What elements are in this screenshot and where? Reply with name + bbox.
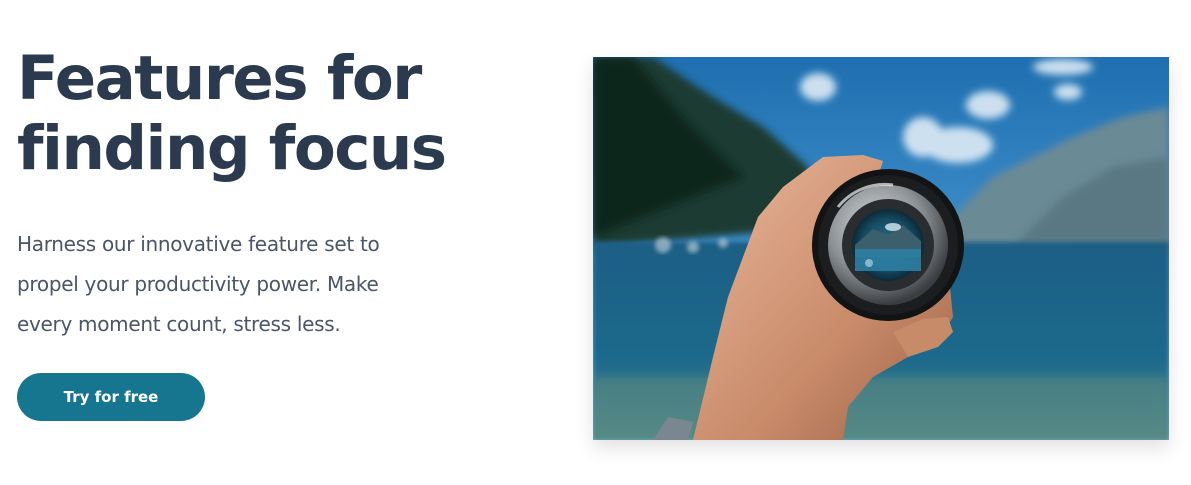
try-for-free-button[interactable]: Try for free: [17, 373, 205, 421]
hero-headline-line2: finding focus: [17, 113, 447, 184]
hero-headline: Features for finding focus: [17, 44, 487, 184]
hero-photo: [593, 57, 1169, 440]
lens-lake-image: [593, 57, 1169, 440]
hero-headline-line1: Features for: [17, 43, 422, 114]
hero-description: Harness our innovative feature set to pr…: [17, 232, 380, 336]
hero-text-section: Features for finding focus Harness our i…: [17, 44, 487, 421]
